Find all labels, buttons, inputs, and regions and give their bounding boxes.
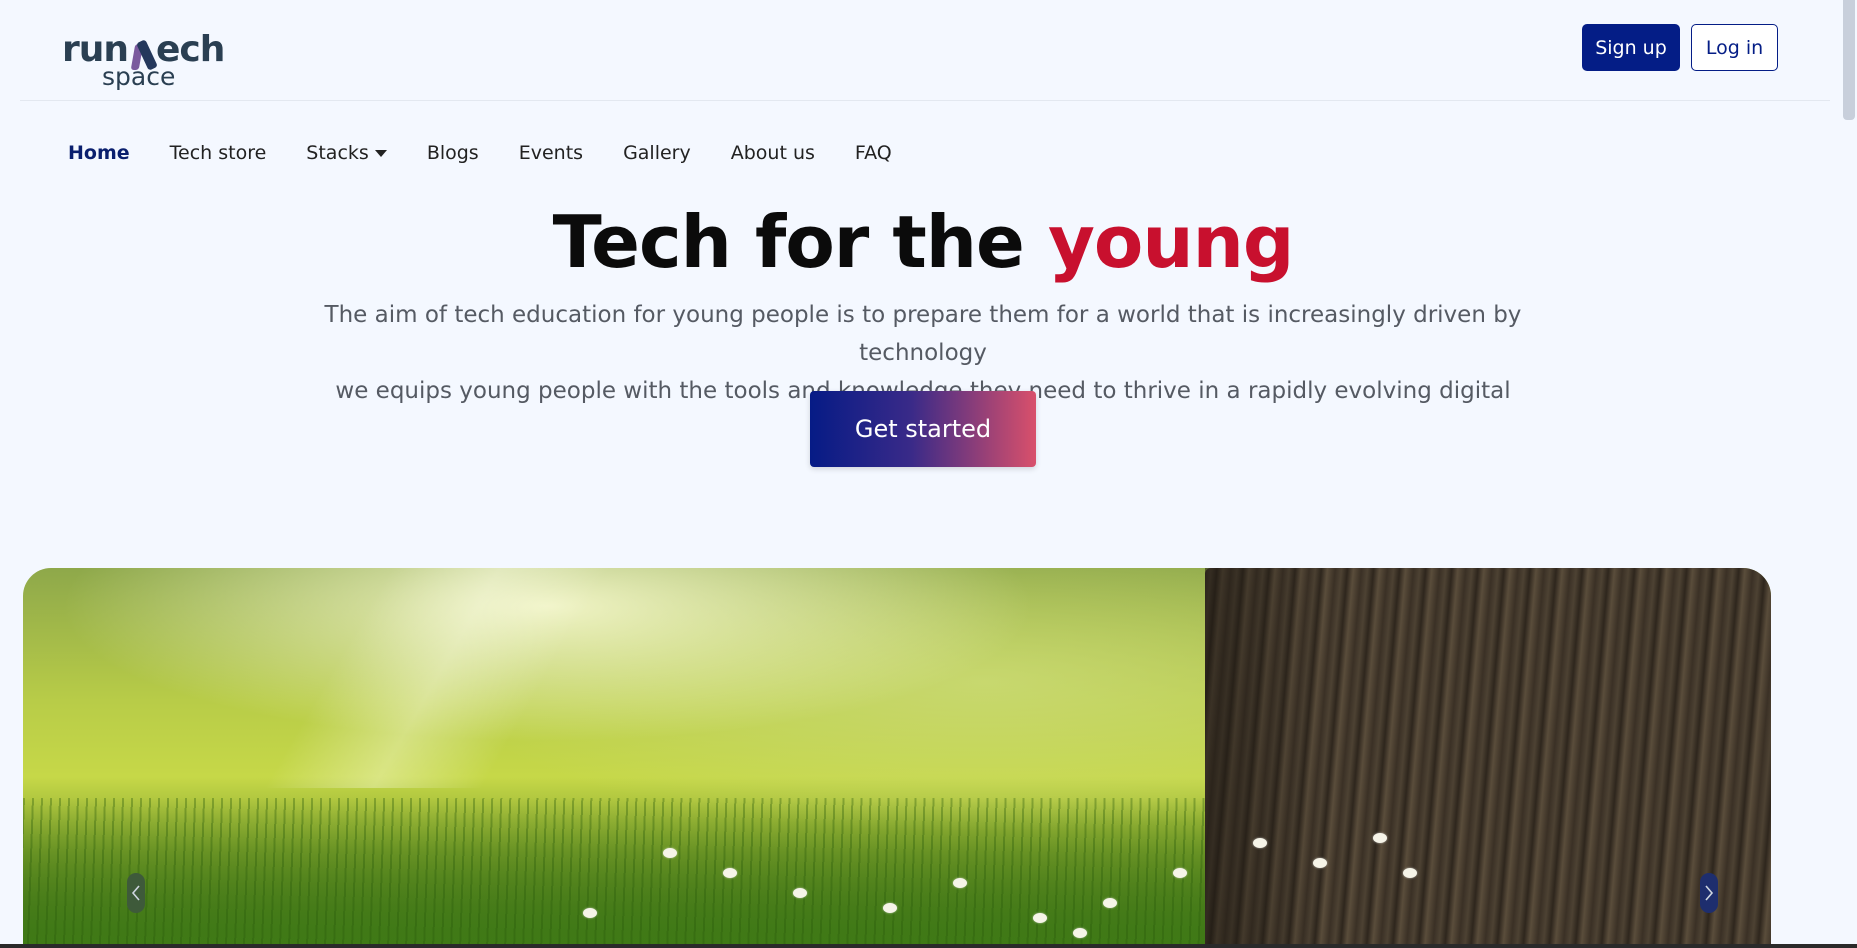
page-scrollbar[interactable] [1840, 0, 1857, 948]
flower-decoration [663, 848, 677, 858]
flower-decoration [1313, 858, 1327, 868]
flower-decoration [793, 888, 807, 898]
flower-decoration [1173, 868, 1187, 878]
flower-decoration [1253, 838, 1267, 848]
nav-item-stacks[interactable]: Stacks [306, 142, 387, 164]
bottom-divider [0, 944, 1857, 948]
nav-item-gallery[interactable]: Gallery [623, 142, 691, 164]
runtech-space-logo[interactable]: run ech space [62, 28, 232, 91]
nav-item-tech-store[interactable]: Tech store [170, 142, 267, 164]
nav-item-stacks-label: Stacks [306, 142, 369, 164]
hero-title-main: Tech for the [552, 200, 1048, 284]
flower-decoration [953, 878, 967, 888]
site-header: run ech space [20, 0, 1830, 101]
flower-decoration [1073, 928, 1087, 938]
hero-subtitle-line1: The aim of tech education for young peop… [324, 302, 1522, 366]
logo-text-space: space [102, 62, 176, 91]
nav-item-blogs[interactable]: Blogs [427, 142, 479, 164]
nav-item-about-us[interactable]: About us [731, 142, 815, 164]
scrollbar-thumb[interactable] [1843, 0, 1855, 120]
flower-decoration [723, 868, 737, 878]
flower-decoration [583, 908, 597, 918]
flower-decoration [1103, 898, 1117, 908]
get-started-button[interactable]: Get started [810, 391, 1036, 467]
hero-title-accent: young [1047, 200, 1294, 284]
flower-decoration [1373, 833, 1387, 843]
caret-down-icon [374, 149, 387, 157]
chevron-right-icon [1705, 885, 1714, 901]
nav-item-events[interactable]: Events [519, 142, 583, 164]
hero-carousel-image [23, 568, 1771, 948]
flower-decoration [883, 903, 897, 913]
login-button[interactable]: Log in [1691, 24, 1778, 71]
signup-button[interactable]: Sign up [1582, 24, 1680, 71]
carousel-next-button[interactable] [1700, 873, 1718, 913]
hero-title: Tech for the young [0, 200, 1846, 284]
nav-item-home[interactable]: Home [68, 142, 130, 164]
flower-decoration [1033, 913, 1047, 923]
nav-item-faq[interactable]: FAQ [855, 142, 892, 164]
flower-decoration [1403, 868, 1417, 878]
main-nav: Home Tech store Stacks Blogs Events Gall… [68, 138, 932, 168]
carousel-prev-button[interactable] [127, 873, 145, 913]
chevron-left-icon [131, 885, 140, 901]
